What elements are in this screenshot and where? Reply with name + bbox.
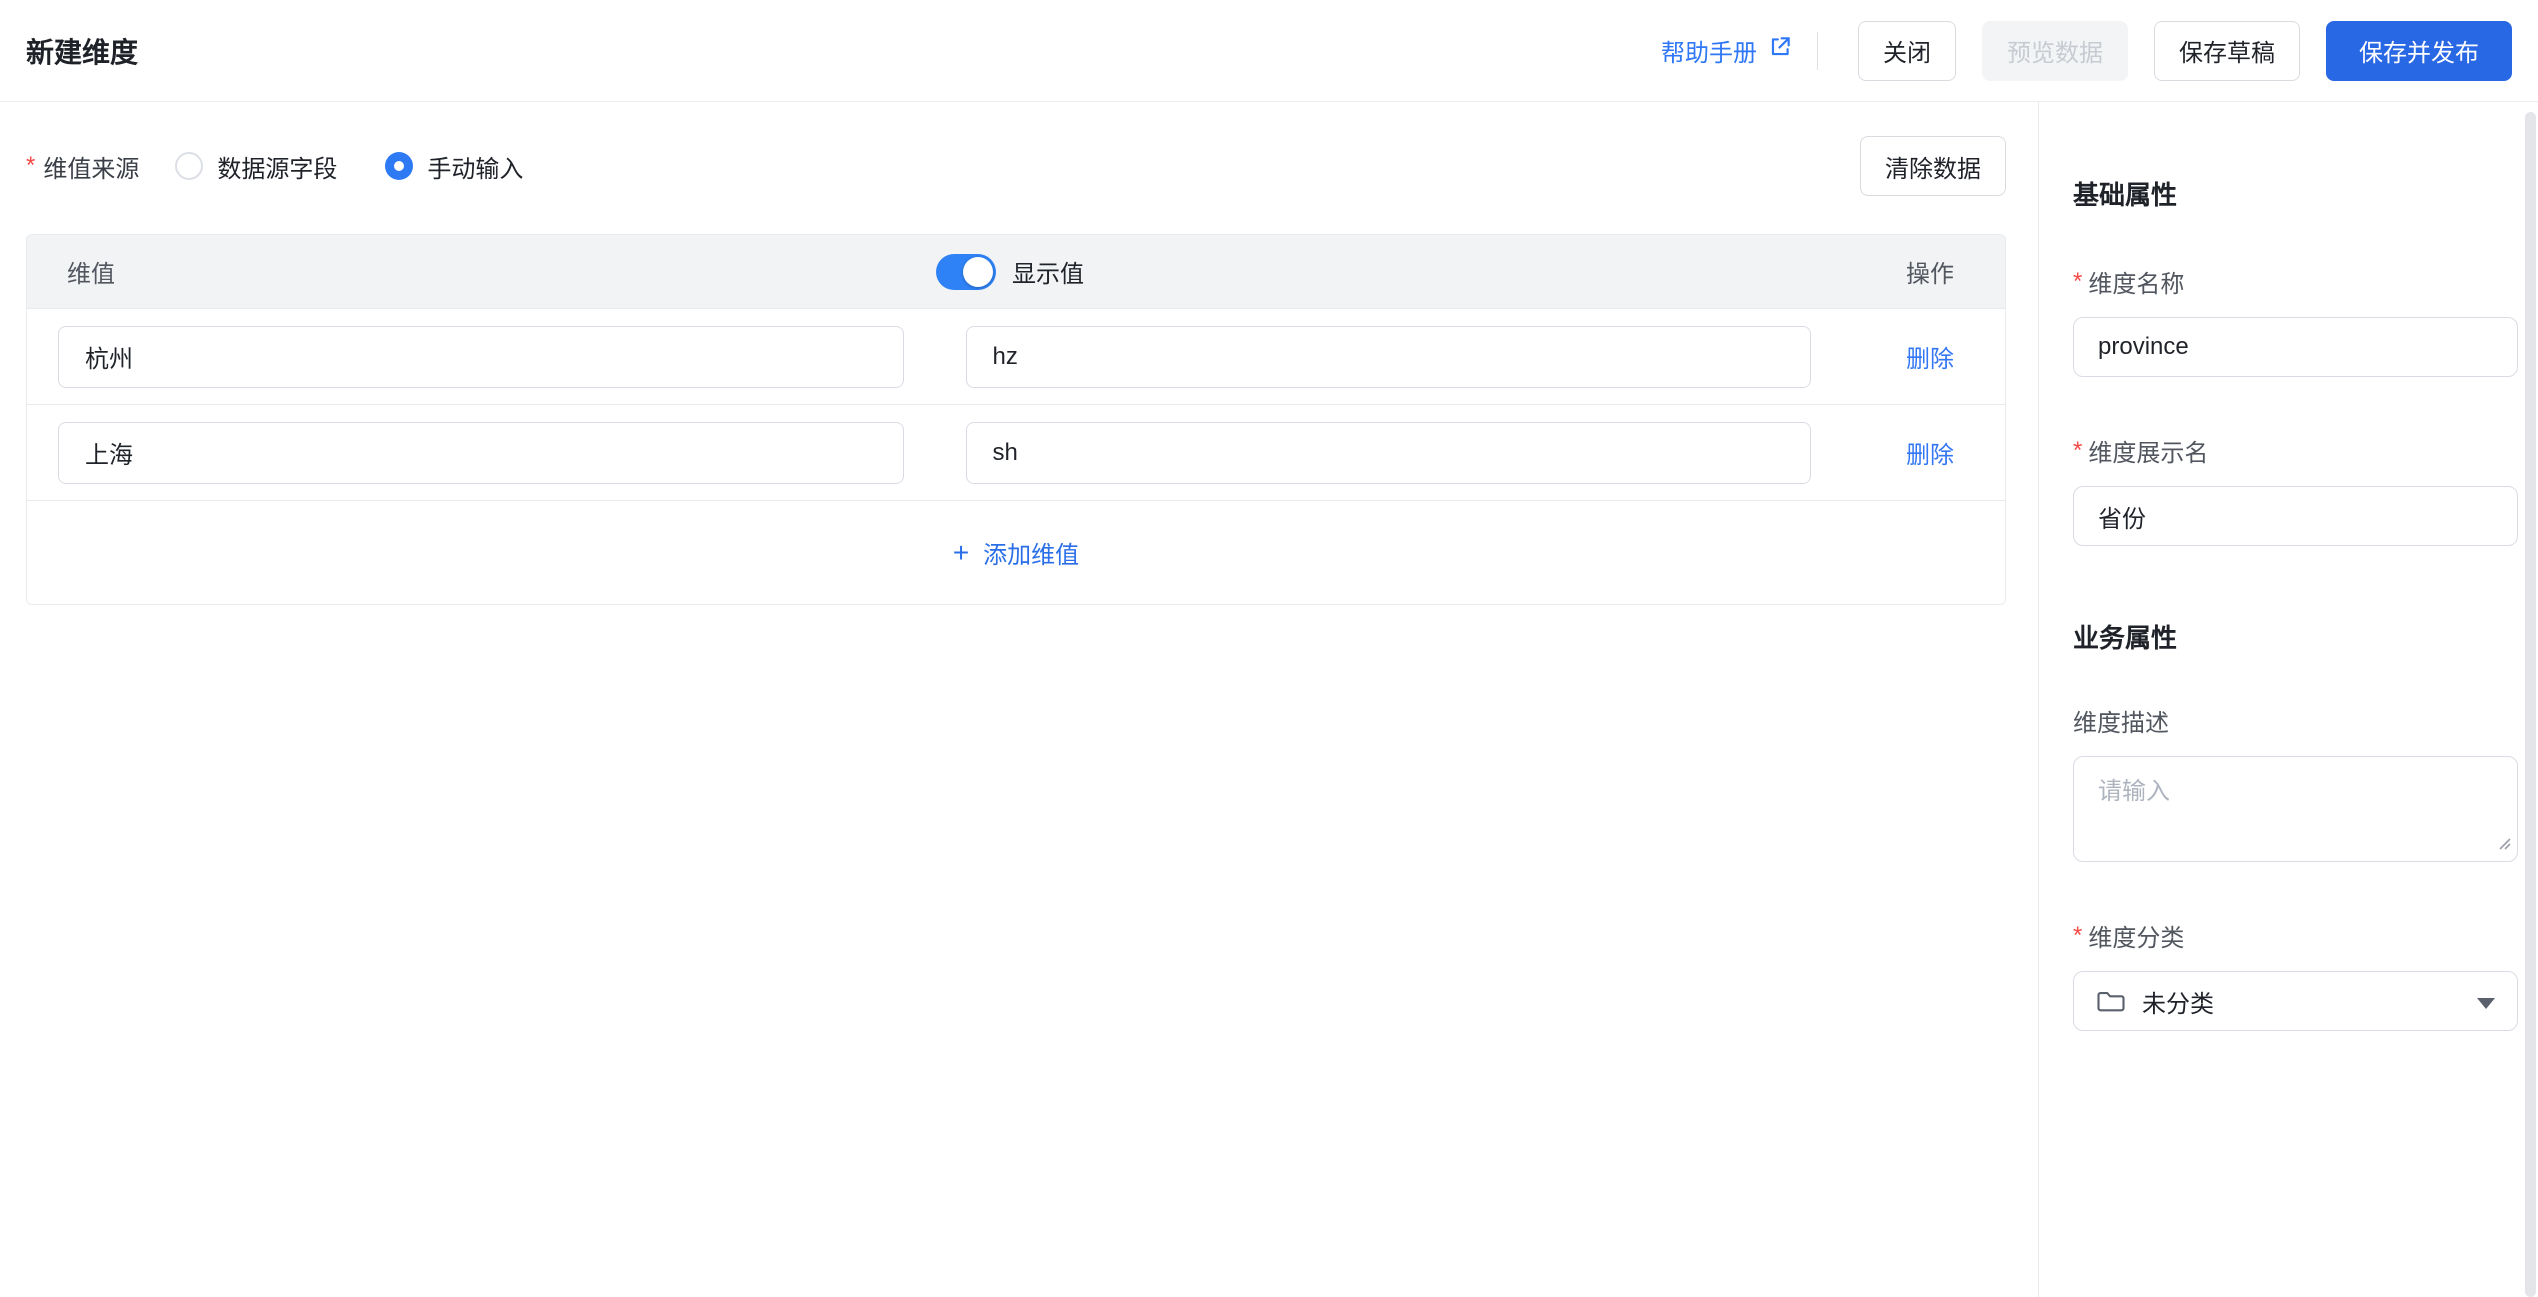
content-panel: * 维值来源 数据源字段 手动输入 清除数据 维值 显示值 操作 杭州 hz 删… (0, 102, 2038, 1297)
dimension-description-label-row: 维度描述 (2073, 703, 2518, 738)
help-manual-label: 帮助手册 (1661, 40, 1757, 67)
value-source-row: * 维值来源 数据源字段 手动输入 清除数据 (26, 136, 2006, 196)
required-mark: * (2073, 267, 2083, 295)
required-mark: * (26, 152, 36, 179)
save-publish-button[interactable]: 保存并发布 (2326, 20, 2512, 81)
dimension-category-label-row: * 维度分类 (2073, 918, 2518, 953)
radio-manual-label: 手动输入 (427, 155, 524, 183)
radio-manual-input[interactable]: 手动输入 (385, 149, 523, 184)
display-value-label: 显示值 (1012, 261, 1084, 288)
value-source-group: * 维值来源 数据源字段 手动输入 (26, 149, 571, 184)
dimension-category-label: 维度分类 (2088, 925, 2185, 952)
basic-properties-heading: 基础属性 (2073, 180, 2178, 210)
dimension-description-label: 维度描述 (2073, 710, 2169, 737)
column-header-action: 操作 (1906, 261, 1954, 288)
dimension-description-textarea[interactable] (2073, 756, 2518, 862)
close-button[interactable]: 关闭 (1858, 20, 1956, 81)
value-input-row1[interactable] (58, 325, 904, 388)
table-footer: + 添加维值 (27, 500, 2005, 604)
dimension-value-table: 维值 显示值 操作 删除 删除 (26, 234, 2006, 605)
external-link-icon (1767, 34, 1793, 67)
toggle-knob (963, 256, 993, 287)
row-action-cell: 删除 (1811, 339, 1954, 374)
dimension-display-name-input[interactable] (2073, 486, 2518, 546)
page-title: 新建维度 (26, 36, 139, 68)
scrollbar-thumb[interactable] (2525, 112, 2536, 1297)
folder-icon (2096, 988, 2126, 1014)
radio-selected-icon (385, 152, 414, 180)
radio-datasource-field[interactable]: 数据源字段 (175, 149, 337, 184)
column-header-value: 维值 (67, 261, 115, 288)
required-mark: * (2073, 921, 2083, 949)
dimension-display-name-label-row: * 维度展示名 (2073, 433, 2518, 468)
dimension-category-value: 未分类 (2142, 990, 2214, 1018)
delete-link-row2[interactable]: 删除 (1906, 442, 1954, 469)
clear-data-button[interactable]: 清除数据 (1860, 136, 2006, 196)
properties-sidebar: 基础属性 * 维度名称 * 维度展示名 业务属性 维度描述 * 维度分类 (2038, 102, 2538, 1297)
table-header: 维值 显示值 操作 (27, 235, 2005, 308)
header-actions: 帮助手册 关闭 预览数据 保存草稿 保存并发布 (1661, 20, 2512, 81)
value-source-label: 维值来源 (43, 155, 140, 183)
dimension-category-select[interactable]: 未分类 (2073, 971, 2518, 1031)
row-action-cell: 删除 (1811, 435, 1954, 470)
dimension-description-wrap (2073, 756, 2518, 862)
radio-datasource-label: 数据源字段 (217, 155, 338, 183)
add-dimension-value-button[interactable]: + 添加维值 (953, 535, 1079, 570)
required-mark: * (2073, 436, 2083, 464)
display-value-toggle-group: 显示值 (936, 235, 1084, 308)
radio-unselected-icon (175, 152, 204, 180)
display-input-row2[interactable] (965, 421, 1811, 484)
value-input-row2[interactable] (58, 421, 904, 484)
dimension-name-label: 维度名称 (2088, 271, 2185, 298)
table-row: 删除 (27, 308, 2005, 404)
header-divider (1817, 31, 1818, 70)
dimension-name-input[interactable] (2073, 317, 2518, 377)
preview-data-button[interactable]: 预览数据 (1982, 20, 2128, 81)
delete-link-row1[interactable]: 删除 (1906, 346, 1954, 373)
plus-icon: + (952, 536, 970, 568)
business-properties-heading: 业务属性 (2073, 623, 2178, 653)
dimension-display-name-label: 维度展示名 (2088, 440, 2209, 467)
table-row: 删除 (27, 404, 2005, 500)
dimension-name-label-row: * 维度名称 (2073, 264, 2518, 299)
display-input-row1[interactable] (965, 325, 1811, 388)
save-draft-button[interactable]: 保存草稿 (2154, 20, 2300, 81)
main-area: * 维值来源 数据源字段 手动输入 清除数据 维值 显示值 操作 杭州 hz 删… (0, 102, 2538, 1297)
page-header: 新建维度 帮助手册 关闭 预览数据 保存草稿 保存并发布 (0, 0, 2538, 102)
display-value-toggle[interactable] (936, 253, 996, 290)
help-manual-link[interactable]: 帮助手册 (1661, 33, 1793, 68)
add-dimension-value-label: 添加维值 (983, 542, 1080, 569)
chevron-down-icon (2477, 998, 2495, 1009)
